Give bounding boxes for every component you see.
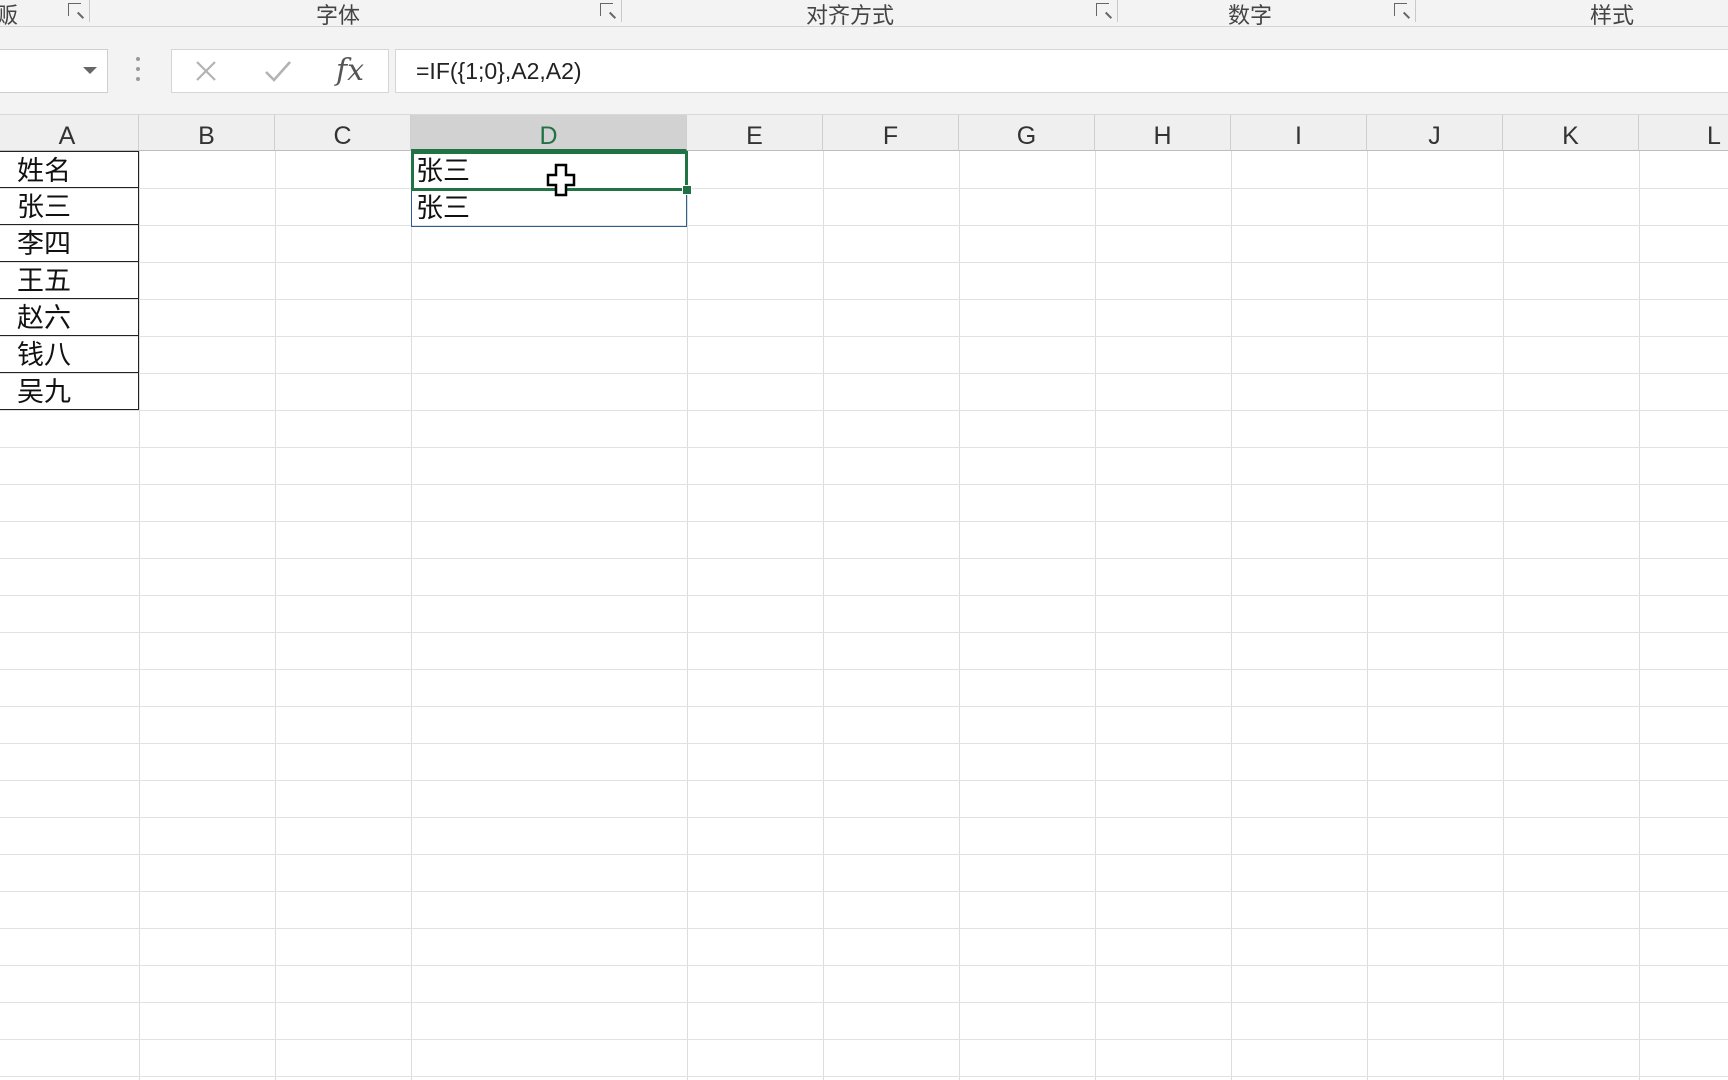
gridline <box>275 151 276 1080</box>
column-header-j[interactable]: J <box>1367 115 1503 151</box>
enter-button[interactable] <box>248 50 308 92</box>
gridline <box>1095 151 1096 1080</box>
gridline <box>0 706 1728 707</box>
check-icon <box>265 61 291 82</box>
gridline <box>0 632 1728 633</box>
cell-a7[interactable]: 吴九 <box>0 373 139 410</box>
gridline <box>687 151 688 1080</box>
formula-bar: fx =IF({1;0},A2,A2) <box>0 27 1728 115</box>
close-icon <box>196 61 216 81</box>
cell-a3[interactable]: 李四 <box>0 225 139 262</box>
alignment-launcher-icon[interactable] <box>1096 3 1109 16</box>
gridline <box>0 336 1728 337</box>
gridline <box>0 1002 1728 1003</box>
ribbon-separator <box>1415 0 1416 22</box>
gridline <box>0 373 1728 374</box>
gridline <box>959 151 960 1080</box>
cell-a1[interactable]: 姓名 <box>0 151 139 188</box>
column-header-d[interactable]: D <box>411 115 687 151</box>
column-header-g[interactable]: G <box>959 115 1095 151</box>
gridline <box>1367 151 1368 1080</box>
formula-buttons: fx <box>171 49 389 93</box>
gridline <box>0 669 1728 670</box>
gridline <box>0 484 1728 485</box>
gridline <box>0 780 1728 781</box>
ribbon-group-clipboard-label: 贩 <box>0 0 18 26</box>
cell-a4[interactable]: 王五 <box>0 262 139 299</box>
cell-a6[interactable]: 钱八 <box>0 336 139 373</box>
number-launcher-icon[interactable] <box>1394 3 1407 16</box>
ribbon-separator <box>1117 0 1118 22</box>
gridline <box>1231 151 1232 1080</box>
gridline <box>0 521 1728 522</box>
ribbon-group-alignment-label: 对齐方式 <box>806 3 895 27</box>
column-header-a[interactable]: A <box>0 115 139 151</box>
column-header-c[interactable]: C <box>275 115 411 151</box>
column-header-i[interactable]: I <box>1231 115 1367 151</box>
column-header-e[interactable]: E <box>687 115 823 151</box>
insert-function-button[interactable]: fx <box>320 50 380 92</box>
gridline <box>0 1076 1728 1077</box>
name-box[interactable] <box>0 49 108 93</box>
cell-a2[interactable]: 张三 <box>0 188 139 225</box>
gridline <box>0 928 1728 929</box>
cell-select-cursor-icon <box>546 163 576 197</box>
column-header-b[interactable]: B <box>139 115 275 151</box>
gridline <box>0 854 1728 855</box>
gridline <box>0 262 1728 263</box>
gridline <box>411 151 412 1080</box>
gridline <box>0 1039 1728 1040</box>
column-header-l[interactable]: L <box>1639 115 1728 151</box>
cancel-button[interactable] <box>176 50 236 92</box>
formula-input[interactable]: =IF({1;0},A2,A2) <box>395 49 1728 93</box>
chevron-down-icon[interactable] <box>83 67 97 74</box>
ribbon-separator <box>621 0 622 22</box>
ribbon-group-font-label: 字体 <box>316 3 361 27</box>
gridline <box>139 151 140 1080</box>
gridline <box>0 188 1728 189</box>
column-header-h[interactable]: H <box>1095 115 1231 151</box>
gridline <box>1503 151 1504 1080</box>
ribbon-separator <box>89 0 90 22</box>
gridline <box>823 151 824 1080</box>
fill-handle[interactable] <box>682 185 692 195</box>
gridline <box>0 743 1728 744</box>
column-header-k[interactable]: K <box>1503 115 1639 151</box>
gridline <box>0 299 1728 300</box>
gridline <box>0 410 1728 411</box>
gridline <box>0 558 1728 559</box>
ribbon-group-bar: 贩 字体 对齐方式 数字 样式 <box>0 0 1728 27</box>
gridline <box>0 447 1728 448</box>
gridline <box>0 965 1728 966</box>
clipboard-launcher-icon[interactable] <box>68 3 81 16</box>
gridline <box>1639 151 1640 1080</box>
worksheet-grid[interactable]: A B C D E F G H I J K L 姓名 张三 李四 王五 赵六 钱… <box>0 115 1728 1080</box>
gridline <box>0 225 1728 226</box>
gridline <box>0 891 1728 892</box>
formula-bar-resize-handle[interactable] <box>136 57 140 85</box>
column-header-f[interactable]: F <box>823 115 959 151</box>
gridline <box>0 817 1728 818</box>
ribbon-group-styles-label: 样式 <box>1590 3 1635 27</box>
ribbon-group-number-label: 数字 <box>1228 3 1273 27</box>
cell-a5[interactable]: 赵六 <box>0 299 139 336</box>
font-launcher-icon[interactable] <box>600 3 613 16</box>
gridline <box>0 595 1728 596</box>
